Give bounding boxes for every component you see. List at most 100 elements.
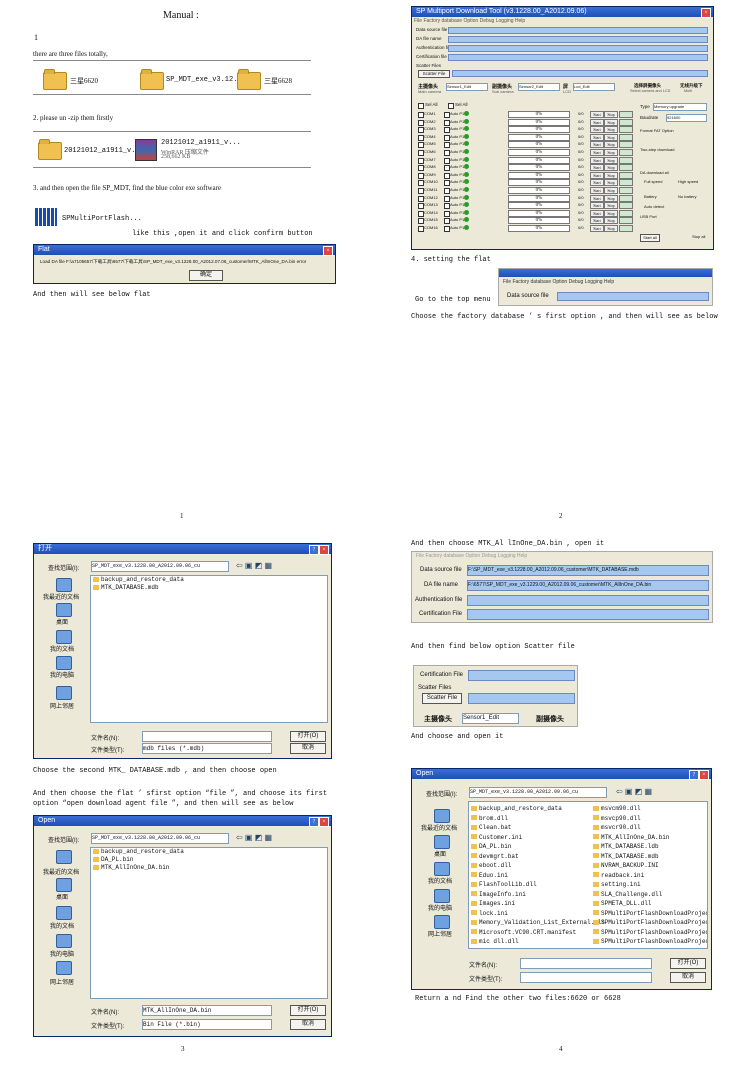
sensor1-field[interactable]: Sensor1_Edit xyxy=(446,83,488,91)
da-file-field[interactable] xyxy=(448,36,708,43)
stop-button[interactable]: Stop xyxy=(604,209,618,217)
open-button[interactable]: 打开(O) xyxy=(670,958,706,969)
cancel-button[interactable]: 取消 xyxy=(290,1019,326,1030)
toolbar-icons[interactable]: ⇦ ▣ ◩ ▦ xyxy=(236,561,272,570)
close-icon[interactable]: × xyxy=(701,8,711,18)
look-in-select[interactable]: SP_MDT_exe_v3.1228.00_A2012.09.06_cu xyxy=(91,561,229,572)
start-button[interactable]: Start xyxy=(590,156,604,164)
start-button[interactable]: Start xyxy=(590,217,604,225)
stop-button[interactable]: Stop xyxy=(604,156,618,164)
start-button[interactable]: Start xyxy=(590,171,604,179)
start-button[interactable]: Start xyxy=(590,209,604,217)
start-button[interactable]: Start xyxy=(590,194,604,202)
list-item[interactable]: msvcr90.dll xyxy=(591,823,707,833)
list-item[interactable]: SPMultiPortFlashDownloadProject... xyxy=(591,937,707,947)
start-button[interactable]: Start xyxy=(590,133,604,141)
list-item[interactable]: MTK_DATABASE.mdb xyxy=(591,852,707,862)
list-item[interactable]: Clean.bat xyxy=(469,823,589,833)
list-item[interactable]: devmgrt.bat xyxy=(469,852,589,862)
stop-button[interactable]: Stop xyxy=(604,194,618,202)
file-type-select[interactable]: Bin File (*.bin) xyxy=(142,1019,272,1030)
list-item[interactable]: DA_PL.bin xyxy=(91,856,327,864)
list-item[interactable]: DA_PL.bin xyxy=(469,842,589,852)
list-item[interactable]: backup_and_restore_data xyxy=(469,804,589,814)
list-item[interactable]: SPMultiPortFlashDownloadProject... xyxy=(591,909,707,919)
scatter-file-button[interactable]: Scatter File xyxy=(422,693,462,704)
network-icon[interactable] xyxy=(434,915,450,929)
stop-button[interactable]: Stop xyxy=(604,118,618,126)
list-item[interactable]: eboot.dll xyxy=(469,861,589,871)
desktop-icon[interactable] xyxy=(56,603,72,617)
list-item[interactable]: MTK_DATABASE.ldb xyxy=(591,842,707,852)
start-button[interactable]: Start xyxy=(590,202,604,210)
file-name-input[interactable] xyxy=(142,731,272,742)
stop-all-button[interactable]: Stop all xyxy=(692,234,705,239)
file-type-select[interactable] xyxy=(520,972,652,983)
list-item[interactable]: Microsoft.VC90.CRT.manifest xyxy=(469,928,589,938)
my-docs-icon[interactable] xyxy=(56,906,72,920)
stop-button[interactable]: Stop xyxy=(604,217,618,225)
recent-docs-icon[interactable] xyxy=(434,809,450,823)
baud-select[interactable]: 921600 xyxy=(666,114,707,122)
list-item[interactable]: Images.ini xyxy=(469,899,589,909)
select-all-checkbox[interactable] xyxy=(418,103,424,109)
list-item[interactable]: lock.ini xyxy=(469,909,589,919)
list-item[interactable]: MTK_AllInOne_DA.bin xyxy=(591,833,707,843)
battery-radio[interactable]: Battery xyxy=(644,194,657,199)
stop-button[interactable]: Stop xyxy=(604,141,618,149)
stop-button[interactable]: Stop xyxy=(604,126,618,134)
help-icon[interactable]: ? xyxy=(309,545,319,555)
auth-file-field[interactable] xyxy=(448,45,708,52)
file-name-input[interactable]: MTK_AllInOne_DA.bin xyxy=(142,1005,272,1016)
list-item[interactable]: ImageInfo.ini xyxy=(469,890,589,900)
stop-button[interactable]: Stop xyxy=(604,179,618,187)
list-item[interactable]: readback.ini xyxy=(591,871,707,881)
full-speed-radio[interactable]: Full speed xyxy=(644,179,662,184)
data-source-field[interactable] xyxy=(557,292,709,301)
auto-detect-radio[interactable]: Auto detect xyxy=(644,204,664,209)
stop-button[interactable]: Stop xyxy=(604,202,618,210)
auth-file-field[interactable] xyxy=(467,595,709,606)
my-docs-icon[interactable] xyxy=(56,630,72,644)
cancel-button[interactable]: 取消 xyxy=(290,743,326,754)
type-select[interactable]: Memory upgrade xyxy=(653,103,707,111)
recent-docs-icon[interactable] xyxy=(56,578,72,592)
stop-button[interactable]: Stop xyxy=(604,133,618,141)
list-item[interactable]: MTK_DATABASE.mdb xyxy=(91,584,327,592)
look-in-select[interactable]: SP_MDT_exe_v3.1228.00_A2012.09.06_cu xyxy=(91,833,229,844)
list-item[interactable]: Customer.ini xyxy=(469,833,589,843)
file-name-input[interactable] xyxy=(520,958,652,969)
list-item[interactable]: SLA_Challenge.dll xyxy=(591,890,707,900)
recent-docs-icon[interactable] xyxy=(56,850,72,864)
data-source-field[interactable]: F:\SP_MDT_exe_v3.1228.00_A2012.09.06_cus… xyxy=(467,565,709,576)
list-item[interactable]: SPMultiPortFlashDownloadProject... xyxy=(591,928,707,938)
close-icon[interactable]: × xyxy=(319,545,329,555)
stop-button[interactable]: Stop xyxy=(604,164,618,172)
stop-button[interactable]: Stop xyxy=(604,171,618,179)
sensor1-field[interactable]: Sensor1_Edit xyxy=(462,713,519,724)
list-item[interactable]: msvcm90.dll xyxy=(591,804,707,814)
my-computer-icon[interactable] xyxy=(434,889,450,903)
scatter-field[interactable] xyxy=(452,70,708,77)
toolbar-icons[interactable]: ⇦ ▣ ◩ ▦ xyxy=(236,833,272,842)
list-item[interactable]: mic dll.dll xyxy=(469,937,589,947)
open-button[interactable]: 打开(O) xyxy=(290,1005,326,1016)
list-item[interactable]: SPMultiPortFlashDownloadProject... xyxy=(591,918,707,928)
help-icon[interactable]: ? xyxy=(309,817,319,827)
network-icon[interactable] xyxy=(56,686,72,700)
list-item[interactable]: backup_and_restore_data xyxy=(91,848,327,856)
start-button[interactable]: Start xyxy=(590,141,604,149)
start-button[interactable]: Start xyxy=(590,187,604,194)
desktop-icon[interactable] xyxy=(434,835,450,849)
start-button[interactable]: Start xyxy=(590,118,604,126)
open-button[interactable]: 打开(O) xyxy=(290,731,326,742)
network-icon[interactable] xyxy=(56,961,72,975)
stop-button[interactable]: Stop xyxy=(604,149,618,156)
toolbar-icons[interactable]: ⇦ ▣ ◩ ▦ xyxy=(616,787,652,796)
sensor2-field[interactable]: Sensor2_Edit xyxy=(518,83,560,91)
cert-file-field[interactable] xyxy=(448,54,708,61)
list-item[interactable]: SPMETA_DLL.dll xyxy=(591,899,707,909)
list-item[interactable]: Memory_Validation_List_External.xls xyxy=(469,918,605,928)
start-button[interactable]: Start xyxy=(590,225,604,232)
list-item[interactable]: Eduo.ini xyxy=(469,871,589,881)
